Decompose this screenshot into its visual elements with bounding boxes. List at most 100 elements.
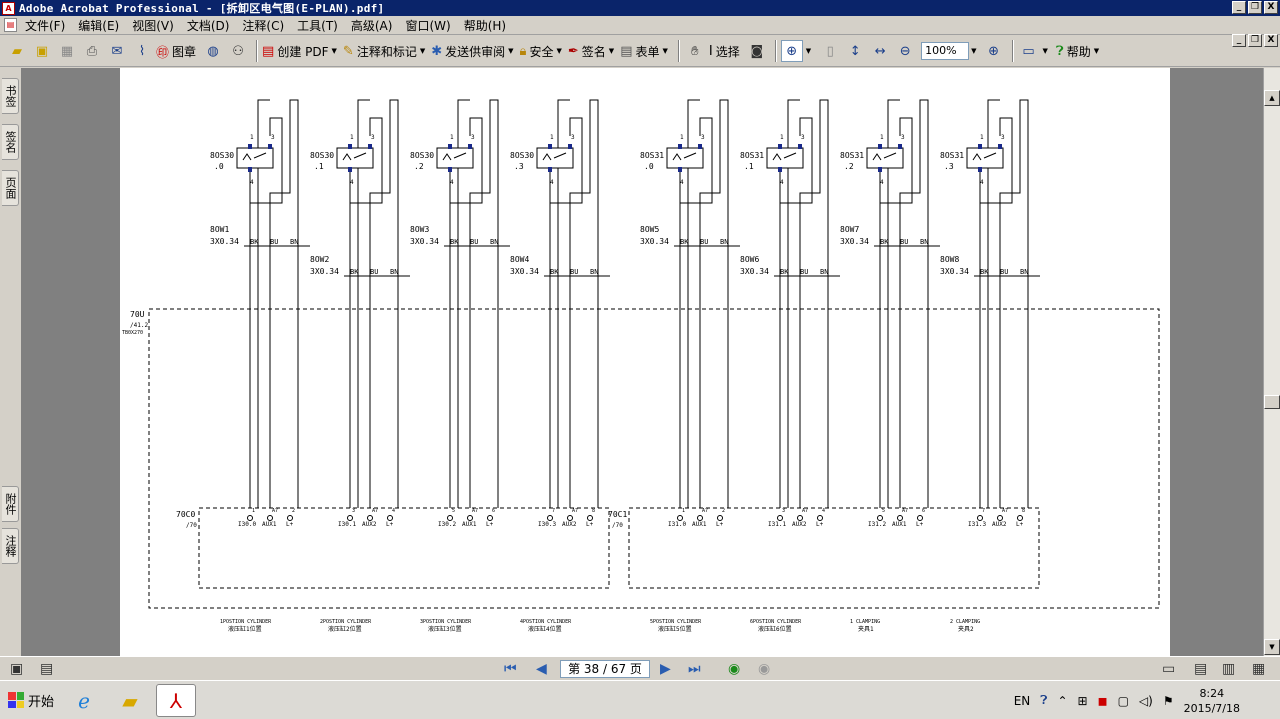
terminal-point	[897, 515, 903, 521]
save-icon[interactable]: ▦	[56, 40, 78, 62]
snapshot-icon[interactable]: ◙	[746, 40, 768, 62]
tray-app-icon[interactable]: ◼	[1098, 694, 1108, 708]
menu-comments[interactable]: 注释(C)	[242, 17, 284, 34]
terminal-pin-label: 2	[292, 508, 295, 514]
menu-window[interactable]: 窗口(W)	[405, 17, 450, 34]
file-explorer-icon[interactable]: ▰	[110, 684, 150, 717]
action-center-flag-icon[interactable]: ⚑	[1163, 694, 1174, 708]
wire	[879, 117, 913, 508]
wire-color-label: BK	[350, 268, 359, 276]
last-page-icon[interactable]: ⏭	[688, 661, 701, 677]
email-icon[interactable]: ✉	[106, 40, 128, 62]
continuous-facing-icon[interactable]: ▦	[1252, 661, 1265, 677]
wire-color-label: BU	[1000, 268, 1008, 276]
back-view-icon[interactable]: ◉	[728, 661, 740, 677]
forms-button[interactable]: ▤ 表单 ▼	[620, 43, 668, 60]
wire-color-label: BU	[270, 238, 278, 246]
vertical-scrollbar[interactable]: ▲ ▼	[1263, 68, 1280, 656]
page-number-field[interactable]: 第 38 / 67 页	[560, 660, 650, 678]
send-review-button[interactable]: ✱ 发送供审阅 ▼	[431, 43, 513, 60]
fit-width-icon[interactable]: ↔	[869, 40, 891, 62]
terminal-point	[877, 515, 883, 521]
tab-signatures[interactable]: 签名	[2, 124, 19, 160]
zoom-level-input[interactable]: 100%	[921, 42, 970, 60]
fit-page-icon[interactable]: ↕	[844, 40, 866, 62]
menu-edit[interactable]: 编辑(E)	[78, 17, 119, 34]
menu-tools[interactable]: 工具(T)	[297, 17, 338, 34]
help-button[interactable]: ❓︎ 帮助 ▼	[1056, 43, 1099, 60]
rotate-view-icon[interactable]: ▭	[1018, 40, 1040, 62]
module-70c0-label: 70C0	[176, 510, 195, 519]
terminal-point	[997, 515, 1003, 521]
tray-windows-icon[interactable]: ⊞	[1078, 694, 1088, 708]
tab-attachments[interactable]: 附件	[2, 486, 19, 522]
menu-view[interactable]: 视图(V)	[132, 17, 174, 34]
zoom-in-tool-icon[interactable]: ⊕	[780, 40, 803, 62]
first-page-icon[interactable]: ⏮	[504, 661, 517, 677]
zoom-out-icon[interactable]: ⊖	[894, 40, 916, 62]
scroll-up-arrow-icon[interactable]: ▲	[1264, 90, 1280, 106]
tray-expand-icon[interactable]: ⌃	[1057, 694, 1067, 708]
caption-label: 4POSTION CYLINDER	[520, 619, 572, 625]
organizer-icon[interactable]: ▣	[31, 40, 53, 62]
next-page-icon[interactable]: ▶	[660, 661, 671, 677]
select-tool-button[interactable]: I 选择	[709, 43, 740, 60]
terminal-address-label: I31.3	[968, 521, 986, 528]
acrobat-taskbar-icon[interactable]: ⅄	[156, 684, 196, 717]
panel-toggle-icon[interactable]: ▣	[10, 661, 23, 677]
chevron-down-icon: ▼	[662, 47, 668, 55]
actual-size-icon[interactable]: ▯	[819, 40, 841, 62]
tab-pages[interactable]: 页面	[2, 170, 19, 206]
switch-pin	[268, 144, 272, 149]
facing-icon[interactable]: ▥	[1222, 661, 1235, 677]
terminal-supply-label: L+	[486, 521, 494, 528]
clock[interactable]: 8:24 2015/7/18	[1184, 686, 1240, 716]
scroll-thumb[interactable]	[1264, 395, 1280, 409]
terminal-point	[347, 515, 353, 521]
scroll-down-arrow-icon[interactable]: ▼	[1264, 639, 1280, 655]
document-icon[interactable]: ▤	[4, 18, 17, 32]
tray-network-icon[interactable]: ▢	[1118, 694, 1129, 708]
open-folder-icon[interactable]: ▰	[6, 40, 28, 62]
chevron-down-icon[interactable]: ▼	[971, 47, 976, 55]
attach-icon[interactable]: ⌇	[131, 40, 153, 62]
menu-document[interactable]: 文档(D)	[187, 17, 230, 34]
chevron-down-icon: ▼	[331, 47, 337, 55]
tab-bookmarks[interactable]: 书签	[2, 78, 19, 114]
start-button[interactable]: 开始	[2, 687, 60, 713]
pin-label: 4	[450, 179, 454, 186]
stamp-button[interactable]: ㊞图章	[156, 42, 196, 61]
search-web-icon[interactable]: ◍	[202, 40, 224, 62]
tab-comments[interactable]: 注释	[2, 528, 19, 564]
menu-help[interactable]: 帮助(H)	[464, 17, 506, 34]
create-pdf-button[interactable]: ▤ 创建 PDF ▼	[262, 43, 337, 60]
comment-markup-button[interactable]: ✎ 注释和标记 ▼	[343, 43, 425, 60]
minimize-button[interactable]: _	[1232, 1, 1246, 14]
zoom-in-icon[interactable]: ⊕	[983, 40, 1005, 62]
page-layout-icon[interactable]: ▤	[40, 661, 53, 677]
chevron-down-icon[interactable]: ▼	[806, 47, 811, 55]
print-icon[interactable]: ⎙	[81, 40, 103, 62]
sign-button[interactable]: ✒ 签名 ▼	[568, 43, 614, 60]
language-indicator[interactable]: EN	[1014, 694, 1031, 708]
help-tray-icon[interactable]: ❓︎	[1040, 693, 1047, 708]
hand-tool-icon[interactable]: ✋︎	[684, 40, 706, 62]
document-view[interactable]: 70U/41.2 TB0X270 70C0/70 70C1/70 1 3 4 8OS30 .0 8…	[21, 68, 1263, 656]
chevron-down-icon[interactable]: ▼	[1043, 47, 1048, 55]
chevron-down-icon: ▼	[419, 47, 426, 55]
find-binoculars-icon[interactable]: ⚇	[227, 40, 249, 62]
close-button[interactable]: X	[1264, 1, 1278, 14]
single-page-icon[interactable]: ▭	[1162, 661, 1175, 677]
menu-advanced[interactable]: 高级(A)	[351, 17, 393, 34]
volume-icon[interactable]: ◁)	[1139, 694, 1153, 708]
forward-view-icon[interactable]: ◉	[758, 661, 770, 677]
wire-color-label: BN	[590, 268, 598, 276]
menu-file[interactable]: 文件(F)	[25, 17, 65, 34]
internet-explorer-icon[interactable]: ℯ	[64, 684, 104, 717]
continuous-icon[interactable]: ▤	[1194, 661, 1207, 677]
secure-button[interactable]: 🔒︎ 安全 ▼	[520, 43, 562, 60]
previous-page-icon[interactable]: ◀	[536, 661, 547, 677]
restore-button[interactable]: ❐	[1248, 1, 1262, 14]
switch-pin	[978, 167, 982, 172]
terminal-address-label: I31.1	[768, 521, 786, 528]
